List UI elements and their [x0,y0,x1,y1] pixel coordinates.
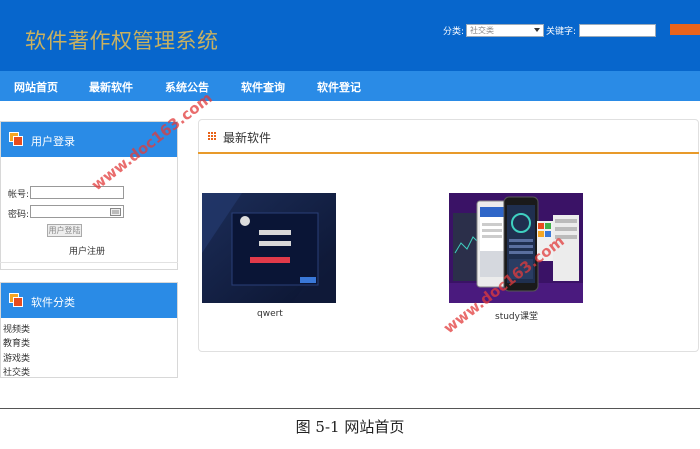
category-item-education[interactable]: 教育类 [3,336,30,349]
software-name-study[interactable]: study课堂 [495,309,538,322]
category-select-value: 社交类 [470,25,495,35]
main-nav: 网站首页 最新软件 系统公告 软件查询 软件登记 [0,71,700,101]
latest-software-header: 最新软件 [198,119,699,154]
nav-software-register[interactable]: 软件登记 [317,79,361,95]
search-button[interactable] [670,24,700,35]
keyword-input[interactable] [579,23,657,37]
page: 软件著作权管理系统 分类: 社交类 关键字: 网站首页 最新软件 系统公告 软件… [0,0,700,449]
login-screen-image [202,193,336,303]
grid-icon [208,132,217,141]
nav-latest-software[interactable]: 最新软件 [89,79,133,95]
header: 软件著作权管理系统 分类: 社交类 关键字: [0,0,700,71]
password-input[interactable] [30,205,124,218]
nav-software-search[interactable]: 软件查询 [241,79,285,95]
account-label: 帐号: [8,190,30,200]
category-item-games[interactable]: 游戏类 [3,351,30,364]
category-panel-header: 软件分类 [1,283,177,318]
category-panel-title: 软件分类 [31,296,75,309]
site-title: 软件著作权管理系统 [25,29,219,53]
category-item-social[interactable]: 社交类 [3,365,30,378]
account-input[interactable] [30,186,124,199]
register-link[interactable]: 用户注册 [69,244,105,257]
category-item-video[interactable]: 视频类 [3,322,30,335]
software-name-qwert[interactable]: qwert [257,309,283,319]
divider [0,262,178,263]
caption-divider [0,408,700,409]
category-select[interactable]: 社交类 [466,23,545,37]
search-area: 分类: 社交类 关键字: [443,22,657,38]
nav-home[interactable]: 网站首页 [14,79,58,95]
keyword-label: 关键字: [546,26,577,37]
software-thumbnail-qwert[interactable] [202,193,336,303]
latest-software-title: 最新软件 [223,131,272,145]
category-icon [9,293,23,307]
chevron-down-icon [534,27,541,32]
figure-caption: 图 5-1 网站首页 [295,418,405,436]
login-button[interactable]: 用户登陆 [47,224,82,237]
password-label: 密码: [8,210,30,220]
user-icon [9,132,23,146]
category-label: 分类: [443,26,465,37]
keyboard-icon [110,208,121,216]
login-panel-title: 用户登录 [31,135,75,148]
